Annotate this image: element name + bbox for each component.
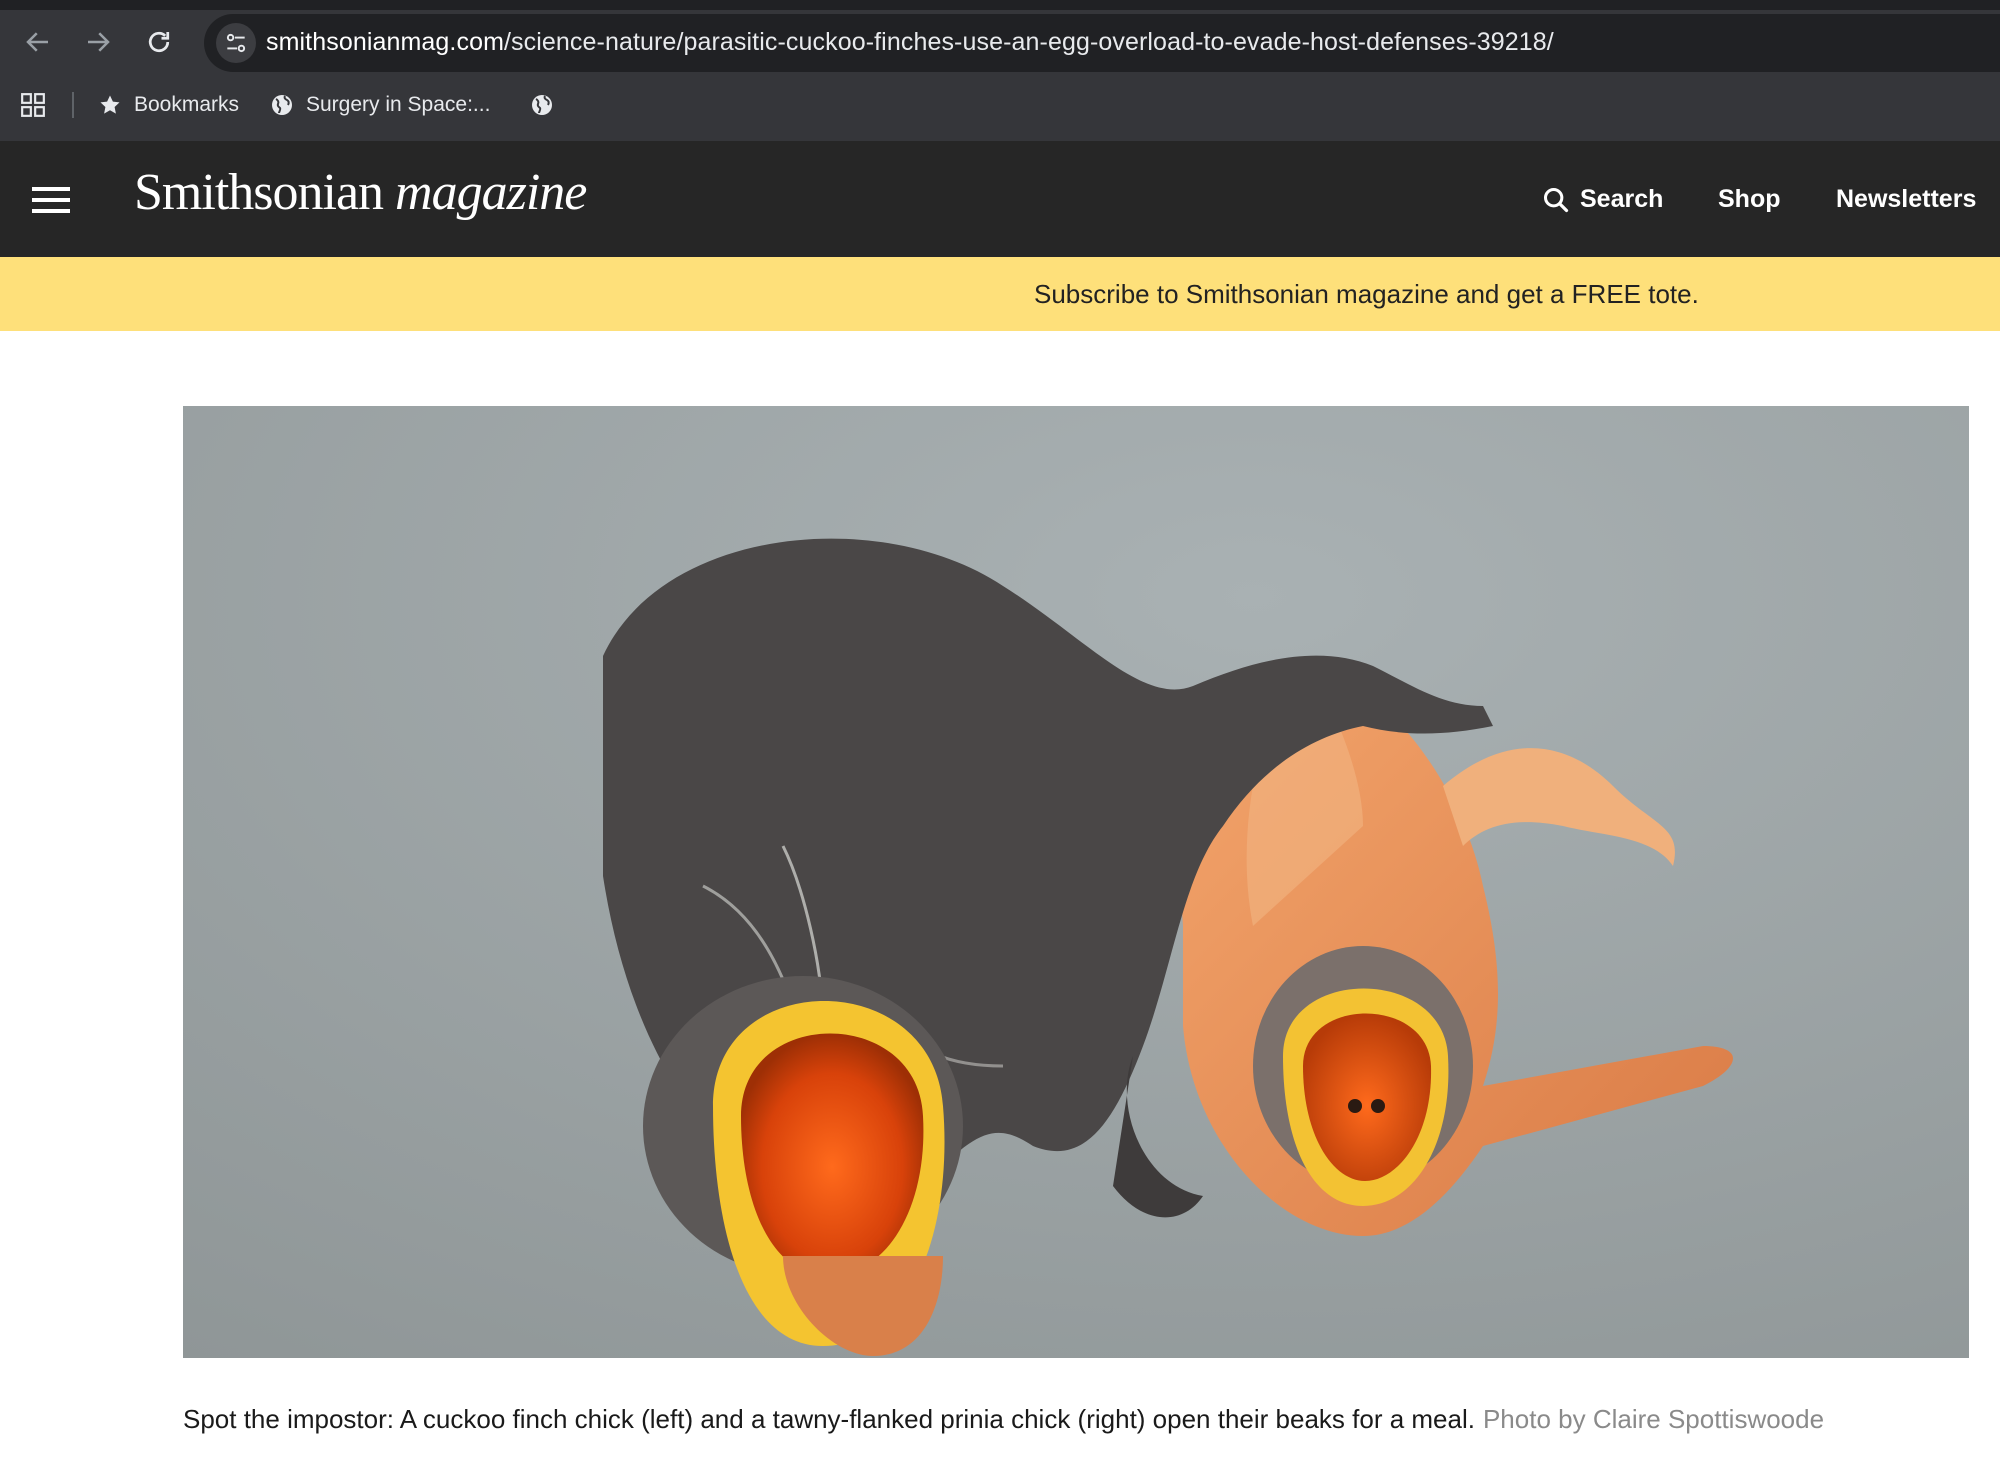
bookmark-label: Surgery in Space:... bbox=[306, 93, 491, 116]
article-hero-image bbox=[183, 406, 1969, 1358]
browser-chrome: smithsonianmag.com/science-nature/parasi… bbox=[0, 0, 2000, 141]
photo-credit: Photo by Claire Spottiswoode bbox=[1482, 1404, 1825, 1434]
url-text[interactable]: smithsonianmag.com/science-nature/parasi… bbox=[266, 28, 1554, 57]
search-icon bbox=[1543, 187, 1569, 212]
address-bar[interactable]: smithsonianmag.com/science-nature/parasi… bbox=[204, 14, 2000, 72]
bookmark-bookmarks[interactable]: Bookmarks bbox=[98, 86, 239, 124]
shop-link[interactable]: Shop bbox=[1718, 185, 1781, 214]
globe-icon bbox=[532, 95, 552, 115]
menu-icon bbox=[32, 187, 70, 191]
url-host: smithsonianmag.com bbox=[266, 28, 505, 56]
bookmarks-bar: Bookmarks Surgery in Space:... bbox=[0, 84, 2000, 126]
newsletters-label: Newsletters bbox=[1836, 185, 1977, 213]
apps-grid-icon[interactable] bbox=[20, 92, 46, 118]
reload-button[interactable] bbox=[139, 22, 179, 62]
site-info-button[interactable] bbox=[216, 23, 256, 63]
tab-strip-edge bbox=[0, 0, 2000, 10]
menu-button[interactable] bbox=[32, 187, 70, 213]
globe-icon bbox=[272, 95, 292, 115]
bookmarks-divider bbox=[72, 92, 74, 118]
back-button[interactable] bbox=[18, 22, 58, 62]
site-info-icon bbox=[226, 33, 246, 53]
shop-label: Shop bbox=[1718, 185, 1781, 213]
back-arrow-icon bbox=[26, 32, 48, 52]
bookmark-surgery-in-space[interactable]: Surgery in Space:... bbox=[270, 86, 490, 124]
newsletters-link[interactable]: Newsletters bbox=[1836, 185, 1976, 214]
logo-main: Smithsonian bbox=[134, 164, 384, 221]
star-icon bbox=[100, 95, 120, 114]
logo-sub: magazine bbox=[395, 164, 587, 221]
bookmark-label: Bookmarks bbox=[134, 93, 240, 116]
bookmark-globe[interactable] bbox=[530, 86, 554, 124]
search-label: Search bbox=[1580, 185, 1664, 213]
site-logo[interactable]: Smithsonian magazine bbox=[134, 163, 587, 222]
forward-button[interactable] bbox=[78, 22, 118, 62]
reload-icon bbox=[148, 31, 170, 53]
site-header: Smithsonian magazine Search Shop Newslett… bbox=[0, 141, 2000, 257]
subscribe-banner[interactable]: Subscribe to Smithsonian magazine and ge… bbox=[0, 257, 2000, 331]
caption-text: Spot the impostor: A cuckoo finch chick … bbox=[183, 1404, 1475, 1434]
forward-arrow-icon bbox=[88, 32, 110, 52]
subscribe-banner-text[interactable]: Subscribe to Smithsonian magazine and ge… bbox=[1034, 279, 1699, 310]
image-caption: Spot the impostor: A cuckoo finch chick … bbox=[183, 1404, 1824, 1435]
chicks-photo bbox=[183, 406, 1969, 1358]
search-button[interactable]: Search bbox=[1542, 185, 1663, 214]
url-path: /science-nature/parasitic-cuckoo-finches… bbox=[504, 28, 1554, 56]
